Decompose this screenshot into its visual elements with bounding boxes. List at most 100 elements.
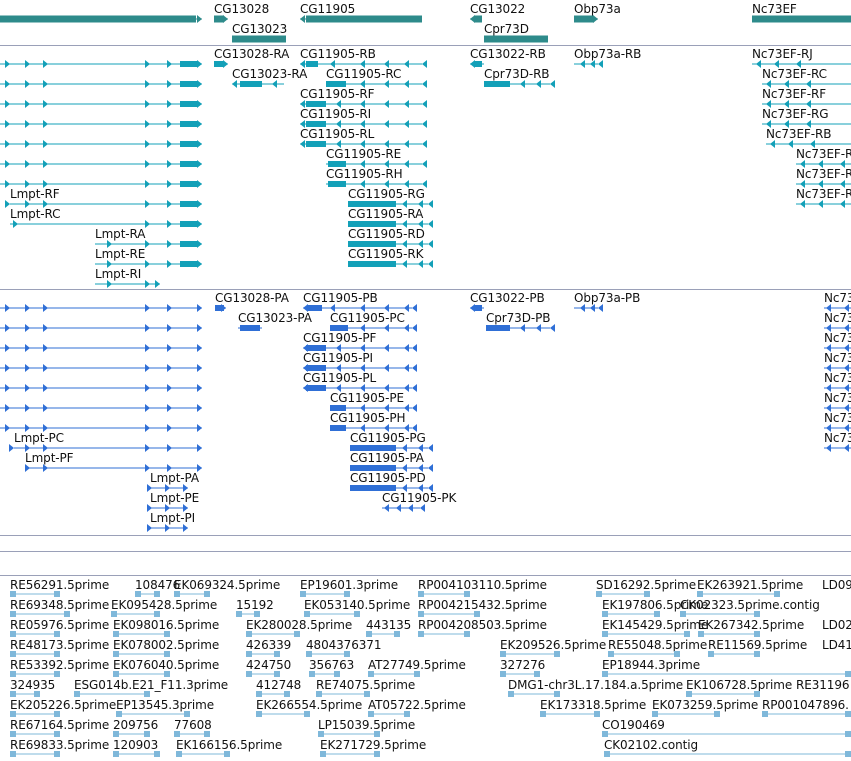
exon-block — [845, 711, 851, 717]
strand-arrow — [428, 464, 433, 472]
feature-glyph[interactable] — [0, 318, 851, 338]
exon-block — [762, 711, 768, 717]
exon-block — [348, 241, 396, 247]
feature-glyph[interactable] — [0, 744, 851, 761]
feature-svg — [762, 80, 851, 88]
feature-glyph[interactable] — [0, 274, 851, 290]
feature-glyph[interactable] — [0, 498, 851, 518]
strand-arrow — [818, 180, 823, 188]
strand-arrow — [844, 324, 849, 332]
feature-svg — [602, 671, 851, 677]
feature-glyph[interactable] — [0, 624, 851, 644]
exon-block — [774, 591, 780, 597]
feature-svg — [348, 240, 433, 248]
strand-arrow — [428, 260, 433, 268]
feature-svg — [708, 651, 760, 657]
feature-svg — [824, 444, 851, 452]
feature-glyph[interactable] — [0, 29, 851, 46]
feature-glyph[interactable] — [0, 398, 851, 418]
strand-arrow — [844, 424, 849, 432]
exon-block — [698, 631, 704, 637]
strand-arrow — [756, 60, 761, 68]
feature-glyph[interactable] — [0, 194, 851, 214]
feature-svg — [604, 751, 851, 757]
strand-arrow — [826, 364, 831, 372]
feature-glyph[interactable] — [0, 154, 851, 174]
feature-glyph[interactable] — [0, 54, 851, 74]
feature-glyph[interactable] — [0, 214, 851, 234]
strand-arrow — [107, 280, 112, 288]
feature-svg — [796, 160, 851, 168]
strand-arrow — [766, 120, 771, 128]
feature-glyph[interactable] — [0, 338, 851, 358]
strand-arrow — [402, 220, 407, 228]
feature-glyph[interactable] — [0, 254, 851, 274]
feature-glyph[interactable] — [0, 584, 851, 604]
feature-svg — [762, 100, 851, 108]
strand-arrow — [418, 220, 423, 228]
strand-arrow — [800, 180, 805, 188]
feature-glyph[interactable] — [0, 518, 851, 536]
strand-arrow — [826, 304, 831, 312]
feature-svg — [796, 180, 851, 188]
strand-arrow — [766, 80, 771, 88]
feature-svg — [762, 120, 851, 128]
feature-glyph[interactable] — [0, 9, 851, 29]
feature-glyph[interactable] — [0, 94, 851, 114]
strand-arrow — [155, 280, 160, 288]
feature-svg — [350, 464, 433, 472]
gene-track: CG13028 CG13023 CG11905 CG13022 Cpr73D Obp73a… — [0, 0, 851, 46]
strand-arrow — [826, 424, 831, 432]
feature-glyph[interactable] — [0, 234, 851, 254]
strand-arrow — [840, 180, 845, 188]
feature-glyph[interactable] — [0, 358, 851, 378]
feature-glyph[interactable] — [0, 418, 851, 438]
feature-glyph[interactable] — [0, 478, 851, 498]
strand-arrow — [774, 60, 779, 68]
strand-arrow — [418, 240, 423, 248]
strand-arrow — [428, 220, 433, 228]
exon-block — [754, 691, 760, 697]
exon-block — [350, 485, 396, 491]
feature-svg — [484, 35, 548, 43]
strand-arrow — [402, 260, 407, 268]
strand-arrow — [402, 464, 407, 472]
feature-glyph[interactable] — [0, 174, 851, 194]
exon-block — [686, 691, 692, 697]
feature-glyph[interactable] — [0, 704, 851, 724]
strand-arrow — [766, 100, 771, 108]
feature-glyph[interactable] — [0, 114, 851, 134]
feature-glyph[interactable] — [0, 74, 851, 94]
transcript-track: CG13028-RA CG11905-RB CG13022-RB Obp73a-RB N… — [0, 46, 851, 290]
feature-glyph[interactable] — [0, 724, 851, 744]
feature-svg — [350, 484, 433, 492]
feature-glyph[interactable] — [0, 458, 851, 478]
feature-svg — [348, 260, 433, 268]
track-separator — [0, 535, 851, 536]
exon-block — [350, 465, 396, 471]
strand-arrow — [840, 160, 845, 168]
exon-block — [602, 671, 608, 677]
feature-glyph[interactable] — [0, 604, 851, 624]
exon-block — [845, 671, 851, 677]
exon-block — [697, 591, 703, 597]
strand-arrow — [844, 364, 849, 372]
feature-glyph[interactable] — [0, 298, 851, 318]
feature-glyph[interactable] — [0, 684, 851, 704]
strand-arrow — [800, 160, 805, 168]
feature-glyph[interactable] — [0, 664, 851, 684]
feature-glyph[interactable] — [0, 644, 851, 664]
exon-block — [754, 631, 760, 637]
strand-arrow — [418, 464, 423, 472]
strand-arrow — [183, 524, 188, 532]
strand-arrow — [806, 80, 811, 88]
feature-svg — [796, 200, 851, 208]
feature-glyph[interactable] — [0, 134, 851, 154]
feature-svg — [824, 404, 851, 412]
strand-arrow — [147, 524, 152, 532]
feature-glyph[interactable] — [0, 438, 851, 458]
exon-block — [708, 651, 714, 657]
strand-arrow — [145, 280, 150, 288]
feature-glyph[interactable] — [0, 378, 851, 398]
feature-svg — [95, 280, 160, 288]
